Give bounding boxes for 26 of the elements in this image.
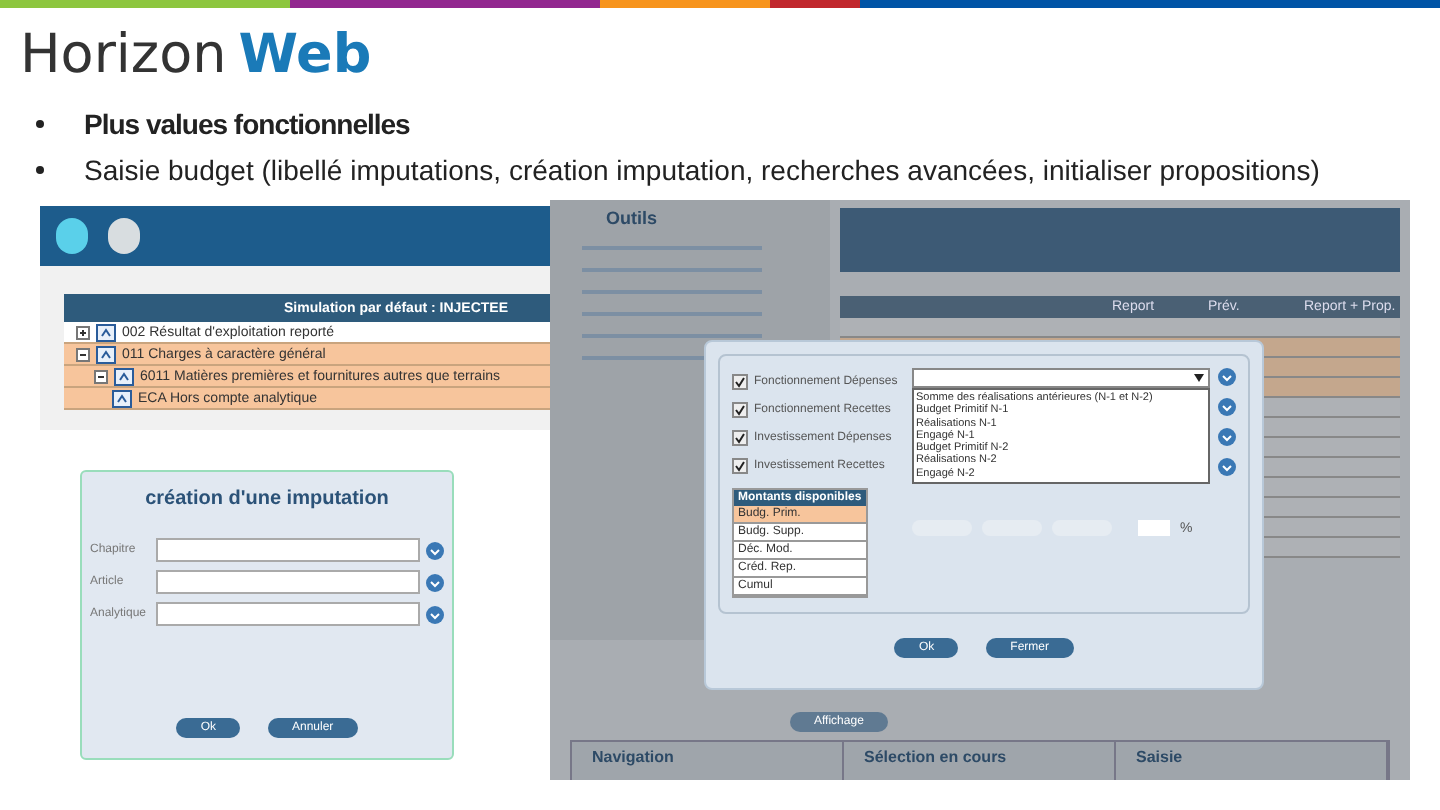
printer-icon[interactable] — [108, 218, 140, 254]
panel-title: Navigation — [572, 742, 844, 780]
expand-icon[interactable] — [76, 325, 90, 339]
device-icon[interactable] — [56, 218, 88, 254]
dialog-title: création d'une imputation — [143, 486, 391, 514]
input-field[interactable] — [156, 602, 420, 626]
bullet-text: Saisie budget (libellé imputations, création imputation, recherches avancées, initialiser propositions) — [84, 153, 1320, 185]
checkbox[interactable] — [732, 374, 748, 390]
checkbox[interactable] — [732, 458, 748, 474]
panel-title: Sélection en cours — [844, 742, 1116, 780]
input-field[interactable] — [1138, 520, 1170, 537]
collapse-icon[interactable] — [76, 347, 90, 361]
dropdown-field[interactable] — [912, 368, 1210, 388]
panel-title: Saisie — [1116, 742, 1388, 780]
logo-accent-text: Web — [238, 24, 372, 88]
logo-text: Horizon — [20, 24, 227, 88]
caret-icon — [1194, 370, 1208, 386]
bullet-icon — [36, 119, 44, 127]
checkbox[interactable] — [732, 402, 748, 418]
menu-title: Outils — [604, 208, 660, 228]
input-field[interactable] — [156, 538, 420, 562]
bullet-icon — [36, 165, 44, 173]
collapse-icon[interactable] — [94, 369, 108, 383]
checkbox[interactable] — [732, 430, 748, 446]
input-field[interactable] — [156, 570, 420, 594]
bullet-text: Plus values fonctionnelles — [84, 107, 410, 139]
